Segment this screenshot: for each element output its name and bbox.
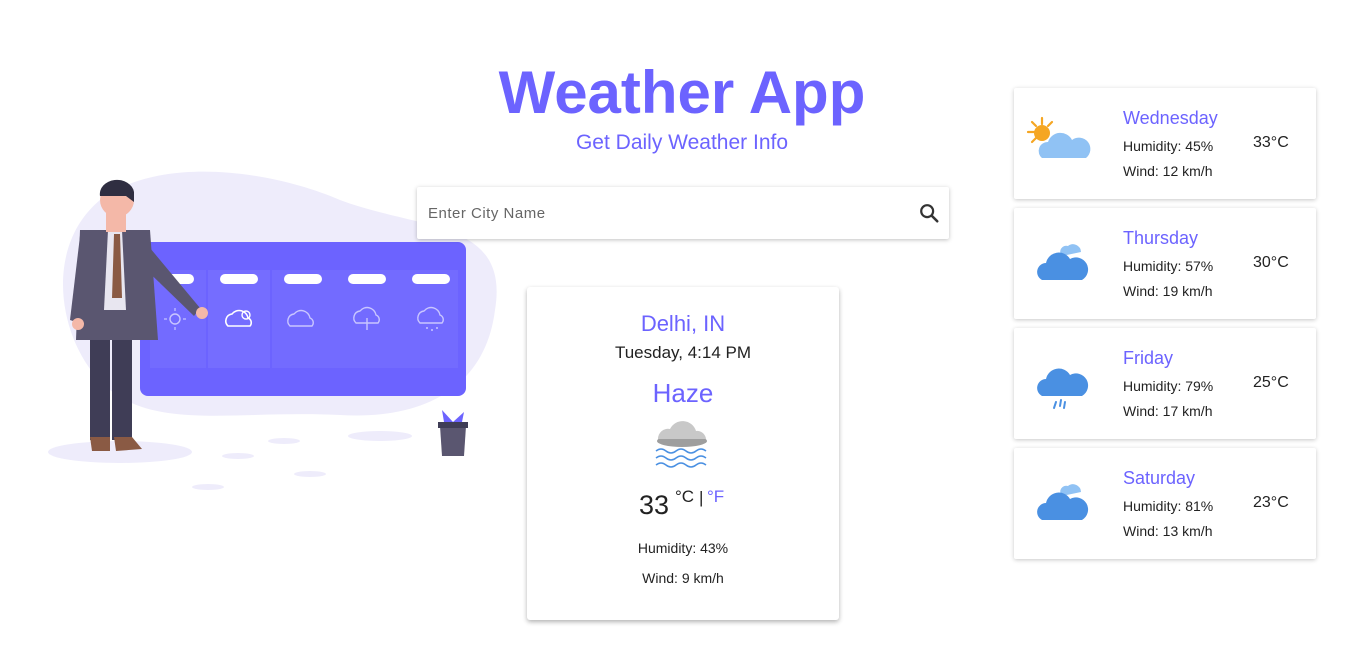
cloudy-icon: [1037, 484, 1089, 520]
forecast-humidity: Humidity: 57%: [1123, 258, 1214, 274]
forecast-day: Wednesday: [1123, 108, 1218, 128]
unit-separator: |: [699, 488, 704, 507]
current-temperature: 33: [639, 490, 670, 520]
current-weather-card: Delhi, IN Tuesday, 4:14 PM Haze 33 °C | …: [527, 287, 839, 620]
partly-sunny-icon: [1026, 116, 1091, 158]
forecast-card: Saturday Humidity: 81% Wind: 13 km/h 23°…: [1014, 448, 1316, 559]
forecast-humidity: Humidity: 79%: [1123, 378, 1214, 394]
fahrenheit-toggle[interactable]: °F: [707, 487, 724, 507]
forecast-day: Saturday: [1123, 468, 1196, 488]
forecast-wind: Wind: 17 km/h: [1123, 403, 1213, 419]
forecast-card: Friday Humidity: 79% Wind: 17 km/h 25°C: [1014, 328, 1316, 439]
cloudy-icon: [1037, 244, 1089, 280]
forecast-day: Friday: [1123, 348, 1174, 368]
current-datetime: Tuesday, 4:14 PM: [614, 343, 752, 362]
forecast-wind: Wind: 12 km/h: [1123, 163, 1213, 179]
forecast-card: Wednesday Humidity: 45% Wind: 12 km/h 33…: [1014, 88, 1316, 199]
weather-condition: Haze: [652, 378, 714, 408]
forecast-humidity: Humidity: 45%: [1123, 138, 1214, 154]
forecast-wind: Wind: 13 km/h: [1123, 523, 1213, 539]
current-humidity: Humidity: 43%: [637, 540, 729, 556]
forecast-temp: 23°C: [1253, 494, 1289, 511]
forecast-wind: Wind: 19 km/h: [1123, 283, 1213, 299]
rain-icon: [1037, 368, 1089, 409]
search-button[interactable]: [909, 187, 949, 239]
forecast-card: Thursday Humidity: 57% Wind: 19 km/h 30°…: [1014, 208, 1316, 319]
forecast-day: Thursday: [1123, 228, 1199, 248]
celsius-toggle[interactable]: °C: [675, 487, 694, 507]
forecast-temp: 33°C: [1253, 134, 1289, 151]
city-name: Delhi, IN: [640, 311, 726, 336]
forecast-humidity: Humidity: 81%: [1123, 498, 1214, 514]
haze-icon: [655, 421, 707, 468]
search-icon: [920, 204, 939, 223]
city-search-input[interactable]: [417, 187, 909, 239]
forecast-temp: 30°C: [1253, 254, 1289, 271]
current-wind: Wind: 9 km/h: [642, 570, 724, 586]
search-bar: [417, 187, 949, 239]
forecast-temp: 25°C: [1253, 374, 1289, 391]
